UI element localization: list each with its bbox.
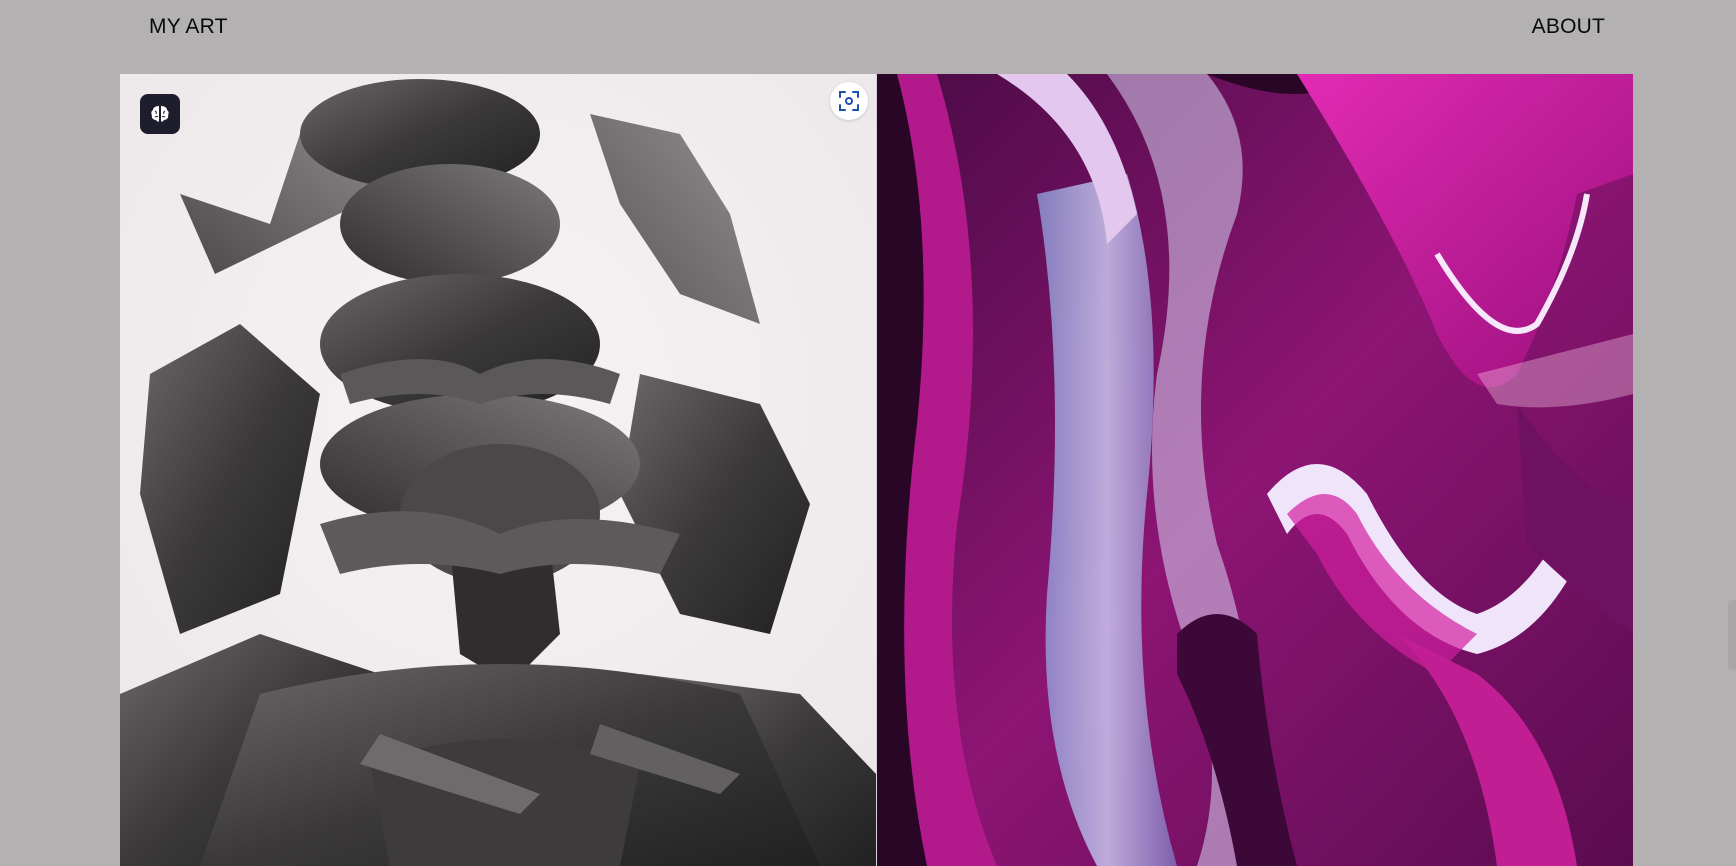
- brand-link[interactable]: MY ART: [149, 15, 228, 39]
- artwork-tile-fluid-paint[interactable]: [877, 74, 1633, 866]
- art-gallery: [120, 74, 1633, 866]
- artwork-tile-sculpture[interactable]: [120, 74, 877, 866]
- brain-badge-button[interactable]: [140, 94, 180, 134]
- about-link[interactable]: ABOUT: [1532, 15, 1605, 39]
- visual-search-button[interactable]: [830, 82, 868, 120]
- sculpture-artwork: [120, 74, 876, 866]
- fluid-paint-artwork: [877, 74, 1633, 866]
- brain-icon: [151, 106, 169, 122]
- top-navigation: MY ART ABOUT: [0, 0, 1736, 56]
- scroll-edge-handle[interactable]: [1728, 600, 1736, 670]
- scan-focus-icon: [839, 91, 859, 111]
